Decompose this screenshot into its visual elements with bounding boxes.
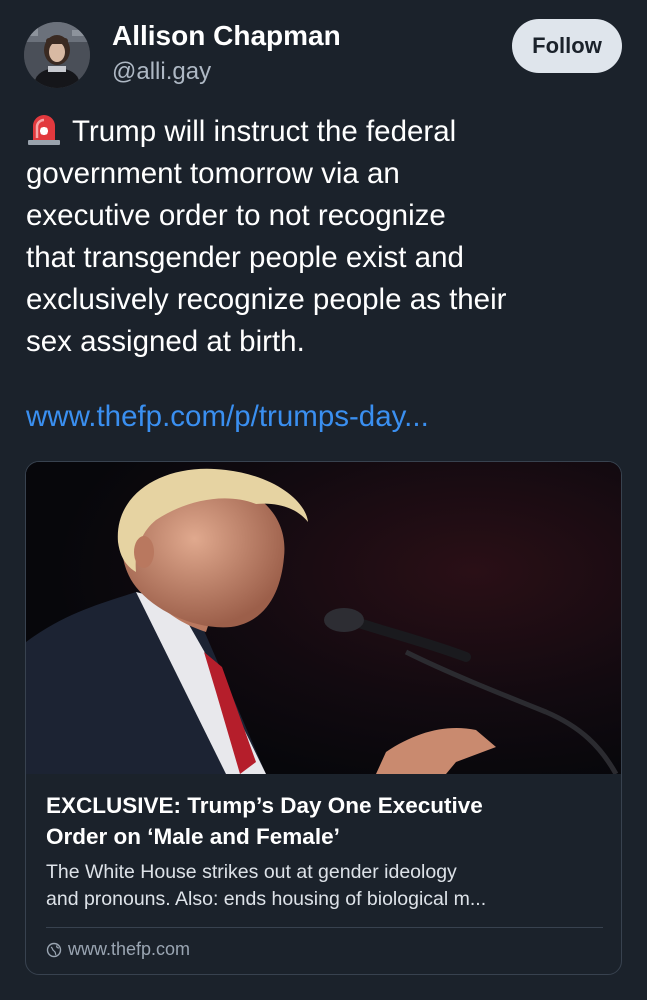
- link-preview-card[interactable]: EXCLUSIVE: Trump’s Day One Executive Ord…: [25, 461, 622, 975]
- card-image: [26, 462, 621, 774]
- card-divider: [46, 927, 603, 928]
- post-text-line-5: exclusively recognize people as their: [26, 283, 507, 316]
- follow-button[interactable]: Follow: [512, 19, 622, 73]
- post-text-line-6: sex assigned at birth.: [26, 325, 305, 358]
- card-description: The White House strikes out at gender id…: [46, 859, 611, 913]
- post-link[interactable]: www.thefp.com/p/trumps-day...: [26, 400, 429, 434]
- author-avatar[interactable]: [24, 22, 90, 88]
- avatar-image: [24, 22, 90, 88]
- post-text-line-3: executive order to not recognize: [26, 199, 446, 232]
- card-title-line-2: Order on ‘Male and Female’: [46, 824, 340, 849]
- post-text: Trump will instruct the federal governme…: [26, 111, 626, 363]
- globe-icon: [46, 942, 62, 958]
- card-title: EXCLUSIVE: Trump’s Day One Executive Ord…: [46, 790, 606, 852]
- card-domain: www.thefp.com: [46, 939, 190, 960]
- post-container: Allison Chapman @alli.gay Follow Trump w…: [0, 0, 647, 1000]
- card-description-line-1: The White House strikes out at gender id…: [46, 861, 457, 883]
- post-text-line-4: that transgender people exist and: [26, 241, 464, 274]
- card-title-line-1: EXCLUSIVE: Trump’s Day One Executive: [46, 793, 483, 818]
- post-text-line-1: Trump will instruct the federal: [26, 111, 626, 153]
- rotating-light-icon: [26, 112, 62, 146]
- card-description-line-2: and pronouns. Also: ends housing of biol…: [46, 888, 487, 910]
- speaker-photo-image: [26, 462, 621, 774]
- card-domain-text: www.thefp.com: [68, 939, 191, 959]
- post-text-line-2: government tomorrow via an: [26, 157, 400, 190]
- author-display-name[interactable]: Allison Chapman: [112, 20, 341, 52]
- post-text-line-1-text: Trump will instruct the federal: [72, 115, 457, 148]
- author-handle[interactable]: @alli.gay: [112, 58, 211, 86]
